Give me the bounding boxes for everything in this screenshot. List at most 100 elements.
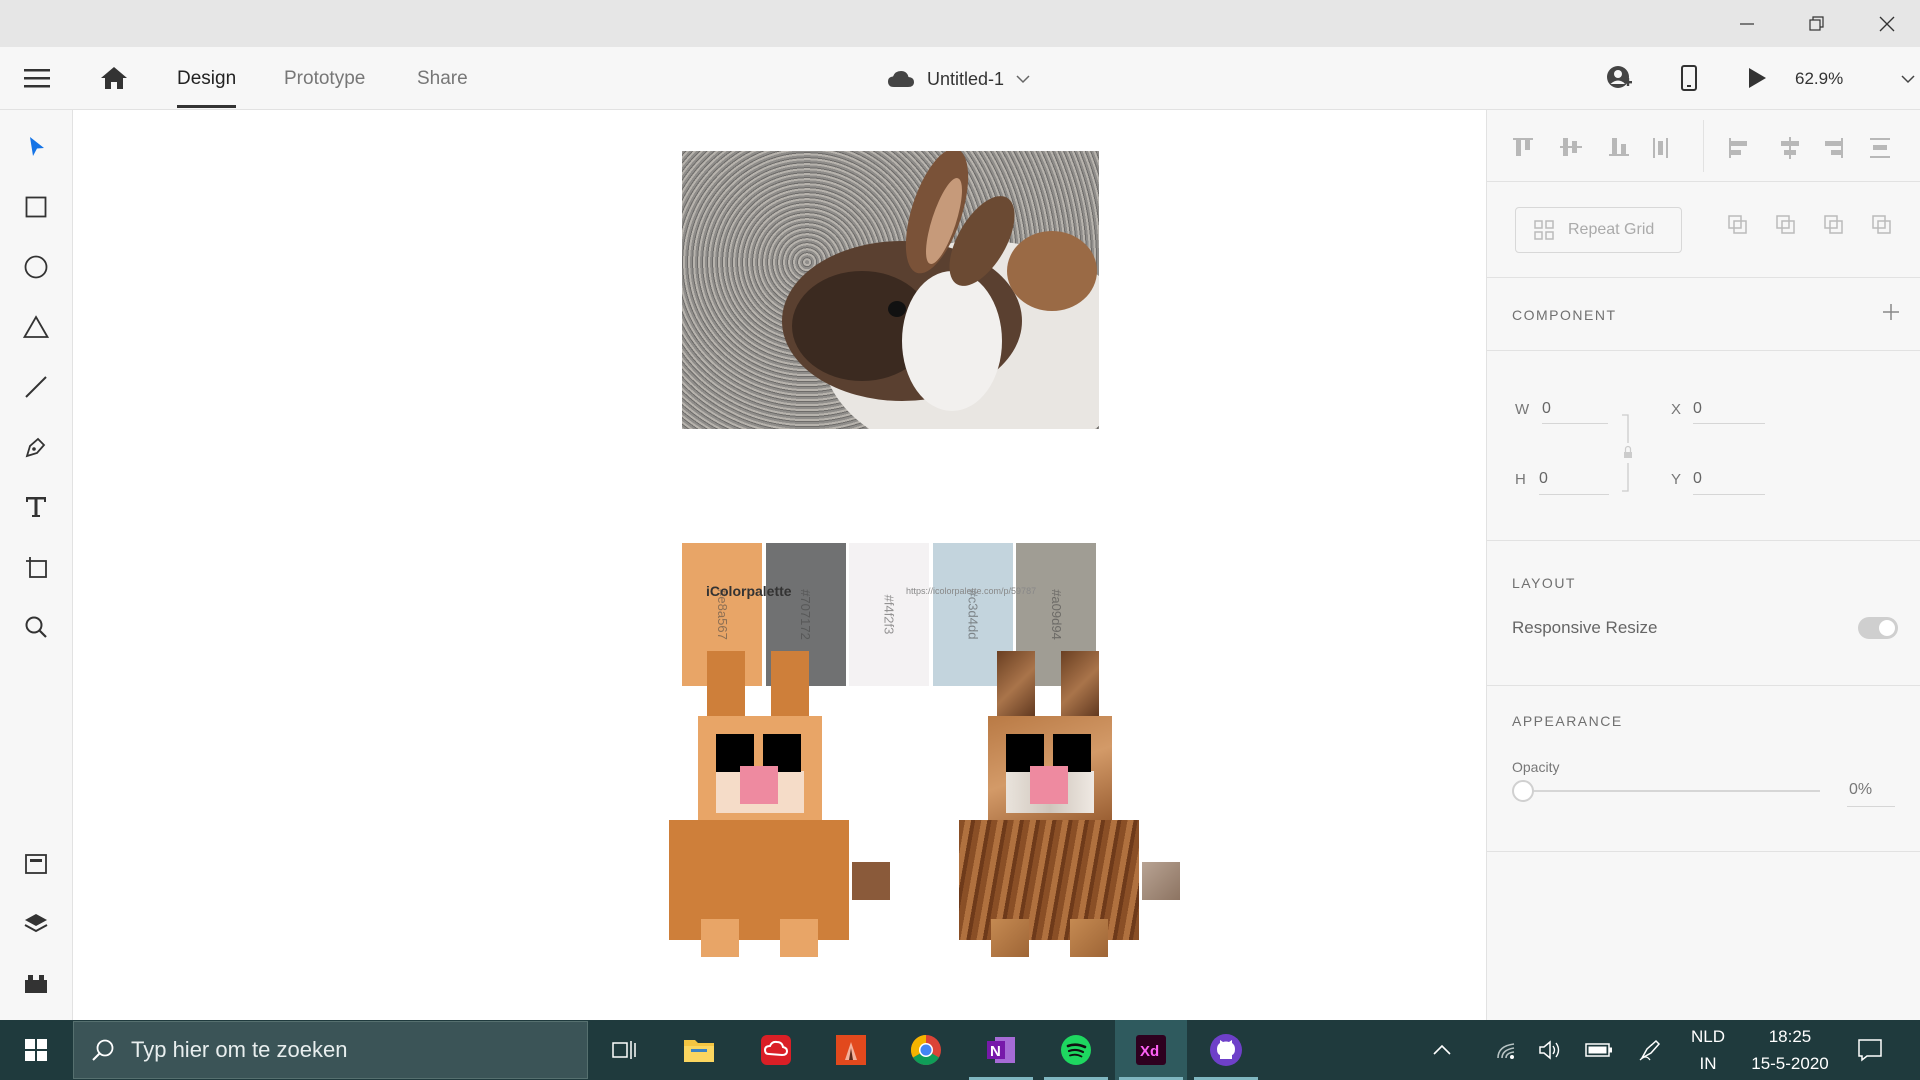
text-icon bbox=[26, 497, 46, 517]
pixel-bunny-textured[interactable] bbox=[959, 651, 1184, 961]
responsive-resize-label: Responsive Resize bbox=[1512, 618, 1658, 637]
brush-app-icon bbox=[836, 1035, 866, 1065]
device-preview-button[interactable] bbox=[1680, 64, 1698, 92]
textured-bunny-tail bbox=[1142, 862, 1180, 900]
exclude-boolean-icon bbox=[1872, 215, 1891, 234]
hamburger-menu-button[interactable] bbox=[24, 67, 50, 89]
pen-icon bbox=[25, 437, 46, 458]
pixel-bunny-flat[interactable] bbox=[669, 651, 894, 961]
spotify-button[interactable] bbox=[1040, 1020, 1112, 1080]
repeat-grid-button[interactable]: Repeat Grid bbox=[1515, 207, 1682, 253]
user-plus-icon bbox=[1607, 66, 1632, 88]
artboard-tool[interactable] bbox=[16, 547, 56, 587]
taskbar-search-placeholder: Typ hier om te zoeken bbox=[131, 1037, 348, 1062]
volume-button[interactable] bbox=[1528, 1020, 1572, 1080]
palette-swatch-hex: #707172 bbox=[798, 589, 813, 640]
close-button[interactable] bbox=[1852, 0, 1920, 47]
plus-icon bbox=[1883, 304, 1899, 320]
adobe-xd-button[interactable]: Xd bbox=[1115, 1020, 1187, 1080]
lock-aspect-icon[interactable] bbox=[1620, 413, 1636, 493]
home-button[interactable] bbox=[100, 65, 128, 91]
component-section: COMPONENT bbox=[1487, 278, 1920, 351]
network-button[interactable] bbox=[1484, 1020, 1528, 1080]
ellipse-tool[interactable] bbox=[16, 247, 56, 287]
wifi-icon bbox=[1497, 1043, 1515, 1059]
magnifier-icon bbox=[25, 616, 47, 638]
line-tool[interactable] bbox=[16, 367, 56, 407]
opacity-slider[interactable] bbox=[1512, 778, 1832, 804]
github-desktop-button[interactable] bbox=[1190, 1020, 1262, 1080]
show-hidden-icons-button[interactable] bbox=[1420, 1020, 1464, 1080]
subtract-boolean-icon bbox=[1776, 215, 1795, 234]
clock[interactable]: 18:25 15-5-2020 bbox=[1740, 1026, 1840, 1076]
ellipse-icon bbox=[24, 255, 48, 279]
component-title: COMPONENT bbox=[1512, 307, 1617, 323]
hamburger-menu-icon bbox=[24, 69, 50, 88]
chrome-button[interactable] bbox=[890, 1020, 962, 1080]
zoom-chevron-down-icon bbox=[1901, 75, 1915, 84]
battery-button[interactable] bbox=[1576, 1020, 1622, 1080]
width-label: W bbox=[1515, 401, 1530, 418]
play-preview-button[interactable] bbox=[1747, 67, 1767, 89]
zoom-value: 62.9% bbox=[1795, 69, 1844, 88]
assets-panel-button[interactable] bbox=[16, 844, 56, 884]
minimize-icon bbox=[1740, 22, 1754, 25]
chrome-icon bbox=[910, 1035, 941, 1066]
tab-prototype-label: Prototype bbox=[284, 67, 366, 89]
action-center-button[interactable] bbox=[1848, 1020, 1892, 1080]
repeat-grid-label: Repeat Grid bbox=[1568, 221, 1655, 238]
file-explorer-button[interactable] bbox=[663, 1020, 735, 1080]
layers-panel-button[interactable] bbox=[16, 904, 56, 944]
height-input[interactable]: 0 bbox=[1539, 470, 1548, 488]
text-tool[interactable] bbox=[16, 487, 56, 527]
zoom-tool[interactable] bbox=[16, 607, 56, 647]
start-button[interactable] bbox=[0, 1020, 72, 1080]
adobe-xd-icon: Xd bbox=[1136, 1035, 1166, 1065]
svg-text:Xd: Xd bbox=[1140, 1043, 1159, 1060]
tab-share[interactable]: Share bbox=[417, 47, 468, 110]
transform-section: W 0 H 0 X 0 Y 0 bbox=[1487, 351, 1920, 541]
document-title-dropdown[interactable]: Untitled-1 bbox=[887, 65, 1030, 93]
tab-prototype[interactable]: Prototype bbox=[284, 47, 365, 110]
x-input[interactable]: 0 bbox=[1693, 400, 1702, 418]
home-icon bbox=[101, 67, 127, 89]
pen-tool[interactable] bbox=[16, 427, 56, 467]
rectangle-tool[interactable] bbox=[16, 187, 56, 227]
creative-cloud-button[interactable] bbox=[740, 1020, 812, 1080]
creative-cloud-icon bbox=[761, 1035, 791, 1065]
zoom-dropdown[interactable]: 62.9% bbox=[1795, 65, 1915, 93]
pen-workspace-button[interactable] bbox=[1628, 1020, 1672, 1080]
plugins-panel-button[interactable] bbox=[16, 964, 56, 1004]
add-component-button[interactable] bbox=[1880, 301, 1902, 323]
y-input[interactable]: 0 bbox=[1693, 470, 1702, 488]
input-language-indicator[interactable]: NLD IN bbox=[1684, 1026, 1732, 1076]
bunny-photo[interactable] bbox=[682, 151, 1099, 429]
responsive-resize-toggle[interactable] bbox=[1858, 617, 1898, 639]
task-view-button[interactable] bbox=[588, 1020, 660, 1080]
height-label: H bbox=[1515, 471, 1526, 488]
repeat-grid-icon bbox=[1534, 220, 1554, 240]
tab-design[interactable]: Design bbox=[177, 47, 237, 110]
minimize-button[interactable] bbox=[1712, 0, 1782, 47]
notification-icon bbox=[1858, 1039, 1882, 1062]
select-tool[interactable] bbox=[16, 127, 56, 167]
align-left-icon bbox=[1729, 138, 1747, 158]
opacity-value[interactable]: 0% bbox=[1849, 781, 1872, 799]
tab-design-label: Design bbox=[177, 67, 237, 89]
width-input[interactable]: 0 bbox=[1542, 400, 1551, 418]
onenote-button[interactable]: N bbox=[965, 1020, 1037, 1080]
taskbar-search-box[interactable]: Typ hier om te zoeken bbox=[73, 1021, 588, 1079]
restore-button[interactable] bbox=[1782, 0, 1852, 47]
appearance-title: APPEARANCE bbox=[1512, 713, 1623, 729]
bunny-nose bbox=[740, 766, 778, 804]
polygon-tool[interactable] bbox=[16, 307, 56, 347]
chevron-down-icon bbox=[1016, 75, 1030, 84]
taskbar-search-icon bbox=[92, 1039, 114, 1061]
app-launcher-button[interactable] bbox=[815, 1020, 887, 1080]
language-code: NLD bbox=[1690, 1027, 1725, 1046]
align-toolbar bbox=[1487, 110, 1920, 182]
opacity-slider-knob[interactable] bbox=[1512, 780, 1534, 802]
design-canvas[interactable]: #e8a567 #707172 #f4f2f3 #c3d4dd #a09d94 iCol… bbox=[74, 111, 1486, 1020]
user-account-button[interactable] bbox=[1606, 65, 1632, 91]
svg-text:N: N bbox=[990, 1043, 1001, 1060]
